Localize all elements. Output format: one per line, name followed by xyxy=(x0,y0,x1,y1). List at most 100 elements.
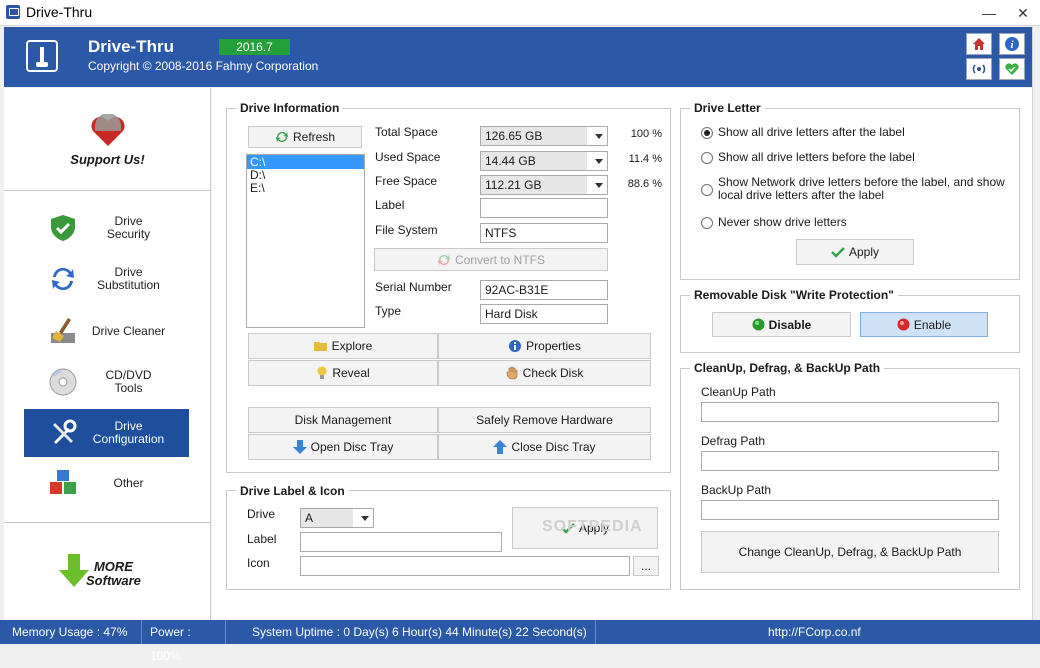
radio-after-label[interactable] xyxy=(701,127,713,139)
power-status: Power : 100% xyxy=(144,620,226,663)
safely-remove-hardware-button[interactable]: Safely Remove Hardware xyxy=(438,407,651,433)
label-input[interactable] xyxy=(300,532,502,552)
free-space-label: Free Space xyxy=(375,174,438,188)
shield-check-icon xyxy=(46,211,80,245)
radio-network-before[interactable] xyxy=(701,184,713,196)
info-icon: i xyxy=(1005,37,1019,51)
refresh-icon xyxy=(275,132,288,142)
sidebar-item-drive-configuration[interactable]: Drive Configuration xyxy=(24,409,189,457)
system-uptime: System Uptime : 0 Day(s) 6 Hour(s) 44 Mi… xyxy=(246,620,596,644)
minimize-button[interactable]: — xyxy=(972,0,1006,26)
checkmark-icon xyxy=(561,523,575,534)
used-space-percent: 11.4 % xyxy=(628,153,662,165)
type-field[interactable]: Hard Disk xyxy=(480,304,608,324)
support-us-button[interactable]: Support Us! xyxy=(4,88,211,190)
cubes-icon xyxy=(46,466,80,500)
close-disc-tray-label: Close Disc Tray xyxy=(511,440,596,454)
file-system-field[interactable]: NTFS xyxy=(480,223,608,243)
more-software-button[interactable]: MORE Software xyxy=(4,522,211,620)
total-space-label: Total Space xyxy=(375,125,438,139)
explore-button[interactable]: Explore xyxy=(248,333,438,359)
refresh-button[interactable]: Refresh xyxy=(248,126,362,148)
defrag-path-input[interactable] xyxy=(701,451,999,471)
free-space-dropdown[interactable]: 112.21 GB xyxy=(480,175,608,195)
disk-management-button[interactable]: Disk Management xyxy=(248,407,438,433)
icon-path-input[interactable] xyxy=(300,556,630,576)
used-space-dropdown[interactable]: 14.44 GB xyxy=(480,151,608,171)
support-us-label: Support Us! xyxy=(70,152,145,167)
sidebar-item-drive-substitution[interactable]: Drive Substitution xyxy=(24,255,189,303)
about-button[interactable]: i xyxy=(999,33,1025,55)
sidebar-item-label: Drive Configuration xyxy=(92,419,165,446)
apply-label-button[interactable]: Apply xyxy=(512,507,658,549)
explore-label: Explore xyxy=(331,339,373,353)
label-label: Label xyxy=(247,532,277,546)
home-button[interactable] xyxy=(966,33,992,55)
arrow-up-icon xyxy=(493,440,508,454)
browse-icon-button[interactable]: ... xyxy=(633,556,659,576)
sidebar-item-label: CD/DVD Tools xyxy=(105,368,152,395)
check-disk-button[interactable]: Check Disk xyxy=(438,360,651,386)
drive-list[interactable]: C:\ D:\ E:\ xyxy=(246,154,365,328)
total-space-dropdown[interactable]: 126.65 GB xyxy=(480,126,608,146)
home-icon xyxy=(973,38,985,50)
version-badge: 2016.7 xyxy=(219,39,290,55)
cleanup-path-input[interactable] xyxy=(701,402,999,422)
chevron-down-icon xyxy=(595,159,603,164)
more-software-label: MORE Software xyxy=(86,559,141,588)
list-item[interactable]: E:\ xyxy=(247,182,364,195)
write-protection-title: Removable Disk "Write Protection" xyxy=(690,288,898,302)
usb-logo-icon xyxy=(26,40,58,72)
enable-write-protection-button[interactable]: Enable xyxy=(860,312,988,337)
sidebar-item-label: Other xyxy=(113,475,144,490)
broom-icon xyxy=(46,314,80,348)
type-label: Type xyxy=(375,304,402,318)
drive-label: Drive xyxy=(247,507,276,521)
backup-path-input[interactable] xyxy=(701,500,999,520)
safely-remove-label: Safely Remove Hardware xyxy=(476,413,613,427)
main-panel: Drive Information Refresh C:\ D:\ E:\ To… xyxy=(212,88,1032,620)
sidebar-item-drive-cleaner[interactable]: Drive Cleaner xyxy=(24,307,189,355)
backup-path-label: BackUp Path xyxy=(701,483,772,497)
drive-select[interactable]: A xyxy=(300,508,374,528)
window-frame-edge xyxy=(1032,26,1040,620)
sidebar-item-other[interactable]: Other xyxy=(24,459,189,507)
change-paths-button[interactable]: Change CleanUp, Defrag, & BackUp Path xyxy=(701,531,999,573)
reveal-label: Reveal xyxy=(332,366,370,380)
radio-never-show-text: Never show drive letters xyxy=(718,215,847,229)
reveal-button[interactable]: Reveal xyxy=(248,360,438,386)
properties-button[interactable]: Properties xyxy=(438,333,651,359)
check-disk-label: Check Disk xyxy=(522,366,584,380)
close-button[interactable]: ✕ xyxy=(1006,0,1040,26)
sidebar-item-label: Drive Cleaner xyxy=(91,323,166,338)
drive-letter-title: Drive Letter xyxy=(690,101,765,115)
app-icon xyxy=(6,5,20,19)
update-button[interactable] xyxy=(966,58,992,80)
sidebar-item-cd-dvd-tools[interactable]: CD/DVD Tools xyxy=(24,358,189,406)
radio-before-label[interactable] xyxy=(701,152,713,164)
total-space-value: 126.65 GB xyxy=(481,127,587,145)
open-disc-tray-label: Open Disc Tray xyxy=(310,440,394,454)
convert-to-ntfs-button[interactable]: Convert to NTFS xyxy=(374,248,608,271)
open-disc-tray-button[interactable]: Open Disc Tray xyxy=(248,434,438,460)
sidebar-item-drive-security[interactable]: Drive Security xyxy=(24,204,189,252)
defrag-path-label: Defrag Path xyxy=(701,434,766,448)
memory-usage: Memory Usage : 47% xyxy=(6,620,142,644)
drive-label-field[interactable] xyxy=(480,198,608,218)
close-disc-tray-button[interactable]: Close Disc Tray xyxy=(438,434,651,460)
serial-number-field[interactable]: 92AC-B31E xyxy=(480,280,608,300)
apply-drive-letter-button[interactable]: Apply xyxy=(796,239,914,265)
sidebar: Support Us! Drive Security Drive Substit… xyxy=(4,88,211,620)
red-circle-icon xyxy=(897,318,910,331)
drive-information-title: Drive Information xyxy=(236,101,344,115)
radio-never-show[interactable] xyxy=(701,217,713,229)
donate-button[interactable] xyxy=(999,58,1025,80)
arrow-down-icon xyxy=(292,440,307,454)
used-space-value: 14.44 GB xyxy=(481,152,587,170)
website-link[interactable]: http://FCorp.co.nf xyxy=(768,620,861,644)
disable-write-protection-button[interactable]: Disable xyxy=(712,312,851,337)
apply-label: Apply xyxy=(848,245,880,259)
total-space-percent: 100 % xyxy=(630,128,662,140)
drive-label-icon-title: Drive Label & Icon xyxy=(236,484,349,498)
list-item[interactable]: C:\ xyxy=(247,155,364,169)
